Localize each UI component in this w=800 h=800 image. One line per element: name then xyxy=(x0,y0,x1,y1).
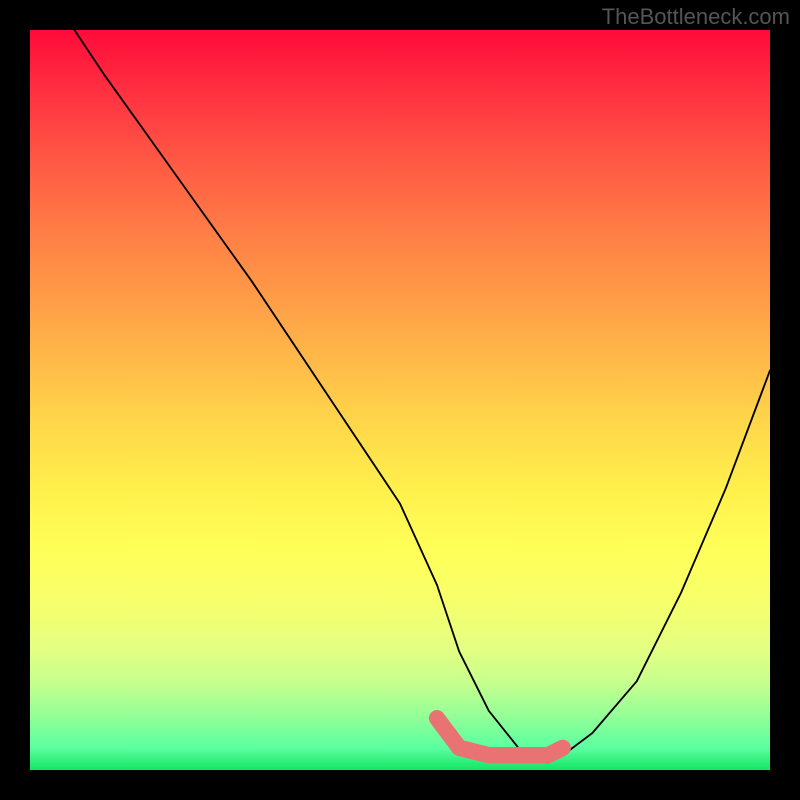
bottleneck-curve-line xyxy=(74,30,770,763)
chart-plot-area xyxy=(30,30,770,770)
watermark-text: TheBottleneck.com xyxy=(602,4,790,30)
chart-svg xyxy=(30,30,770,770)
